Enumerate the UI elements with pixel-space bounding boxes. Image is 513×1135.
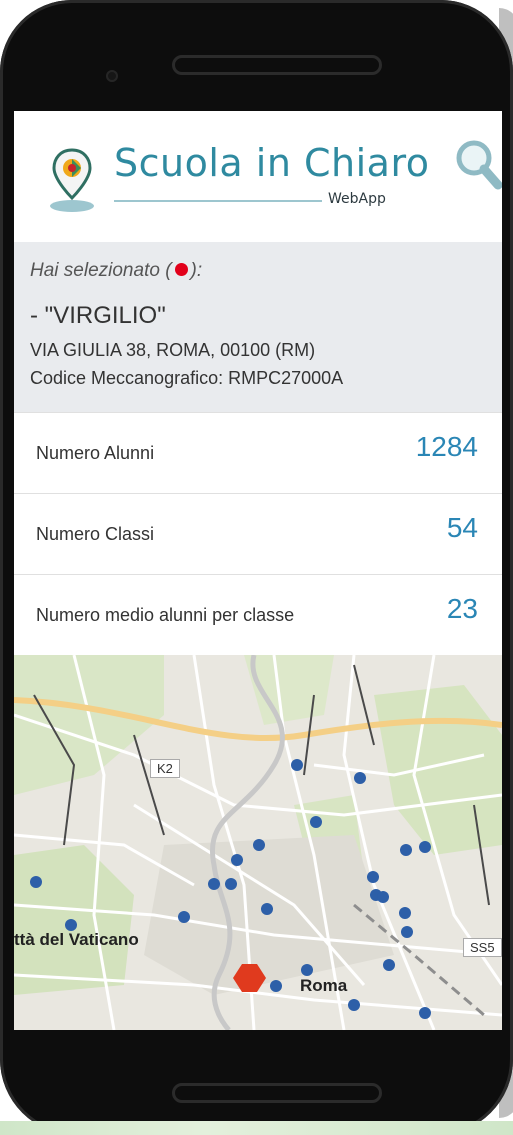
home-indicator [172, 1083, 382, 1103]
school-marker[interactable] [225, 878, 237, 890]
selected-dot-icon [174, 263, 188, 276]
school-marker[interactable] [400, 844, 412, 856]
road-shield-ss5: SS5 [463, 938, 502, 957]
app-header: Scuola in Chiaro WebApp [14, 111, 502, 242]
selection-intro-suffix: ): [190, 260, 203, 281]
school-marker[interactable] [367, 871, 379, 883]
stat-label: Numero medio alunni per classe [36, 605, 295, 625]
map-label-roma: Roma [300, 976, 348, 995]
school-marker[interactable] [419, 841, 431, 853]
school-marker[interactable] [291, 759, 303, 771]
speaker-grille [172, 55, 382, 75]
school-marker[interactable] [399, 907, 411, 919]
school-marker[interactable] [30, 876, 42, 888]
selected-school-panel: Hai selezionato (): - "VIRGILIO" VIA GIU… [14, 242, 502, 412]
app-subtitle: WebApp [328, 191, 386, 207]
school-marker[interactable] [178, 911, 190, 923]
phone-frame: Scuola in Chiaro WebApp Hai selezionato … [0, 0, 513, 1135]
stat-row-average: Numero medio alunni per classe 23 [14, 574, 502, 654]
stat-row-classes: Numero Classi 54 [14, 493, 502, 573]
park-area [244, 655, 334, 725]
school-marker[interactable] [261, 903, 273, 915]
school-marker[interactable] [419, 1007, 431, 1019]
location-pin-icon [50, 148, 94, 212]
school-marker[interactable] [231, 854, 243, 866]
background-strip [0, 1121, 513, 1135]
school-name: - "VIRGILIO" [30, 302, 166, 329]
school-marker[interactable] [310, 816, 322, 828]
logo-underline [114, 200, 322, 202]
stat-label: Numero Alunni [36, 443, 155, 463]
school-address: VIA GIULIA 38, ROMA, 00100 (RM) [30, 340, 316, 360]
school-map[interactable]: K2 SS5 ttà del Vaticano Roma [14, 655, 502, 1030]
railway [353, 903, 485, 1017]
selection-intro-prefix: Hai selezionato ( [30, 260, 172, 281]
stat-value: 1284 [415, 431, 478, 462]
school-marker[interactable] [348, 999, 360, 1011]
selection-intro: Hai selezionato (): [30, 260, 202, 282]
map-label-vatican: ttà del Vaticano [14, 930, 139, 949]
park-area [374, 685, 502, 855]
stat-value: 23 [446, 593, 478, 624]
school-marker[interactable] [377, 891, 389, 903]
app-title: Scuola in Chiaro [114, 141, 430, 185]
search-icon[interactable] [454, 138, 502, 192]
stat-row-students: Numero Alunni 1284 [14, 412, 502, 492]
map-canvas [14, 655, 502, 1030]
stat-label: Numero Classi [36, 524, 155, 544]
camera-icon [106, 70, 118, 82]
app-screen: Scuola in Chiaro WebApp Hai selezionato … [14, 111, 502, 1030]
school-marker[interactable] [253, 839, 265, 851]
school-marker[interactable] [208, 878, 220, 890]
park-area [14, 655, 164, 795]
school-marker[interactable] [270, 980, 282, 992]
school-marker[interactable] [401, 926, 413, 938]
road-shield-k2: K2 [150, 759, 180, 778]
stat-value: 54 [446, 512, 478, 543]
school-marker[interactable] [354, 772, 366, 784]
school-code: Codice Meccanografico: RMPC27000A [30, 368, 344, 388]
school-marker[interactable] [301, 964, 313, 976]
school-marker[interactable] [383, 959, 395, 971]
